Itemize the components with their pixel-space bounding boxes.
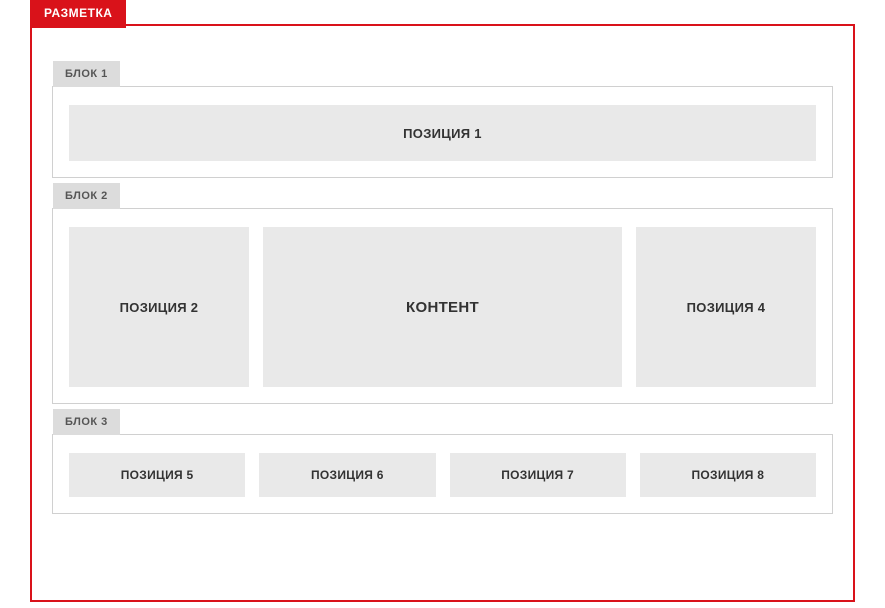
position-4: ПОЗИЦИЯ 4	[636, 227, 816, 387]
block-1-label: БЛОК 1	[53, 61, 120, 87]
layout-diagram: РАЗМЕТКА БЛОК 1 ПОЗИЦИЯ 1 БЛОК 2 ПОЗИЦИЯ…	[30, 24, 855, 602]
position-1: ПОЗИЦИЯ 1	[69, 105, 816, 161]
position-5: ПОЗИЦИЯ 5	[69, 453, 245, 497]
position-8: ПОЗИЦИЯ 8	[640, 453, 816, 497]
position-2: ПОЗИЦИЯ 2	[69, 227, 249, 387]
main-tab-label: РАЗМЕТКА	[30, 0, 126, 28]
block-3-label: БЛОК 3	[53, 409, 120, 435]
block-2-label: БЛОК 2	[53, 183, 120, 209]
content-area: КОНТЕНТ	[263, 227, 622, 387]
position-7: ПОЗИЦИЯ 7	[450, 453, 626, 497]
position-6: ПОЗИЦИЯ 6	[259, 453, 435, 497]
block-1: БЛОК 1 ПОЗИЦИЯ 1	[52, 86, 833, 178]
block-3: БЛОК 3 ПОЗИЦИЯ 5 ПОЗИЦИЯ 6 ПОЗИЦИЯ 7 ПОЗ…	[52, 434, 833, 514]
block-2: БЛОК 2 ПОЗИЦИЯ 2 КОНТЕНТ ПОЗИЦИЯ 4	[52, 208, 833, 404]
